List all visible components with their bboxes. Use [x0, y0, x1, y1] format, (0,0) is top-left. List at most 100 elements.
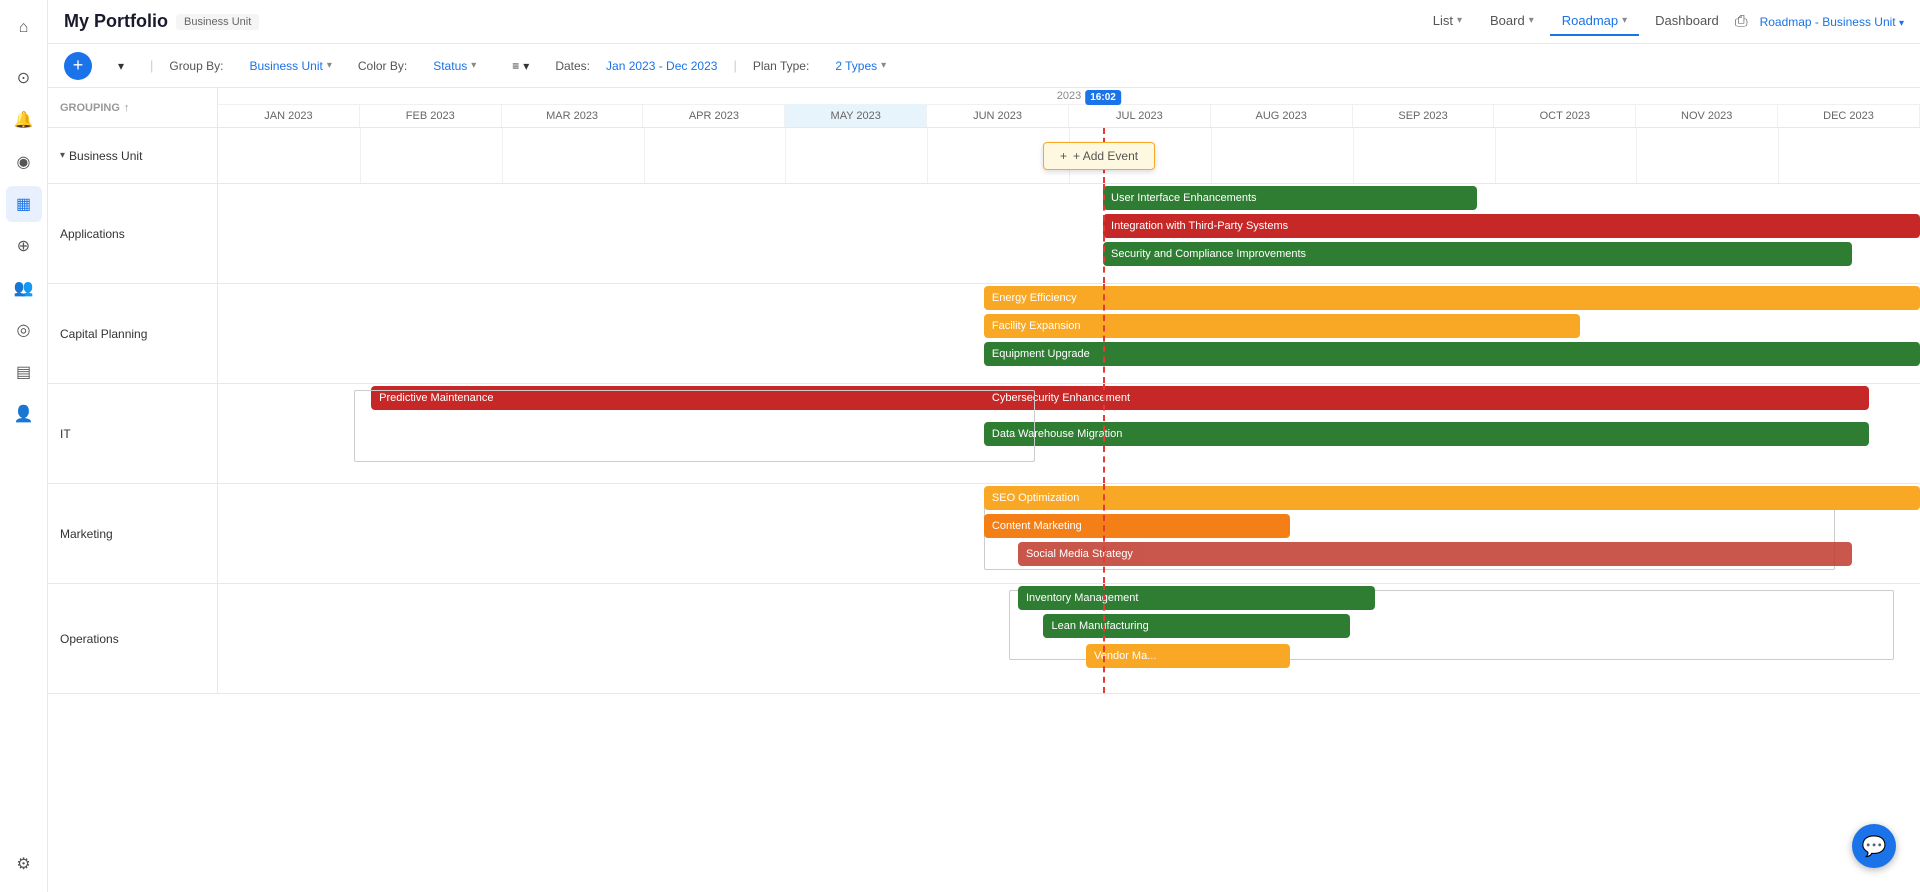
it-group-row: IT Predictive Maintenance Cybersecurity … — [48, 384, 1920, 484]
grid-line-may — [927, 128, 928, 183]
sidebar-target-icon[interactable]: ◎ — [6, 312, 42, 348]
grid-line-apr — [785, 128, 786, 183]
month-may: MAY 2023 — [785, 104, 927, 127]
today-line-ops — [1103, 584, 1105, 693]
gantt-chart: GROUPING ↑ 2023 JAN 2023 FEB 2023 MAR 20… — [48, 88, 1920, 892]
sidebar-globe-icon[interactable]: ⊕ — [6, 228, 42, 264]
sort-icon: ↑ — [124, 102, 130, 114]
nav-roadmap[interactable]: Roadmap ▾ — [1550, 7, 1639, 36]
color-by-arrow: ▾ — [471, 60, 476, 71]
bar-equipment[interactable]: Equipment Upgrade — [984, 342, 1920, 366]
today-line-app — [1103, 184, 1105, 283]
plan-type-dropdown[interactable]: 2 Types ▾ — [825, 54, 896, 78]
color-by-dropdown[interactable]: Status ▾ — [423, 54, 486, 78]
filter-button[interactable]: ≡ ▾ — [502, 54, 539, 78]
sidebar-notifications-icon[interactable]: 🔔 — [6, 102, 42, 138]
bar-integration[interactable]: Integration with Third-Party Systems — [1103, 214, 1920, 238]
month-dec: DEC 2023 — [1778, 104, 1920, 127]
toolbar: + ▾ | Group By: Business Unit ▾ Color By… — [48, 44, 1920, 88]
sidebar-settings-icon[interactable]: ⚙ — [6, 846, 42, 882]
marketing-group-row: Marketing SEO Optimization Content Marke… — [48, 484, 1920, 584]
bu-timeline: + + Add Event — [218, 128, 1920, 183]
nav-list[interactable]: List ▾ — [1421, 7, 1474, 36]
grid-line-jul — [1211, 128, 1212, 183]
color-by-label: Color By: — [358, 59, 407, 73]
month-jun: JUN 2023 — [927, 104, 1069, 127]
sidebar-team-icon[interactable]: 👥 — [6, 270, 42, 306]
bar-ui-enhancements[interactable]: User Interface Enhancements — [1103, 186, 1477, 210]
bar-cybersecurity[interactable]: Cybersecurity Enhancement — [984, 386, 1869, 410]
sidebar-search-icon[interactable]: ⊙ — [6, 60, 42, 96]
group-by-label: Group By: — [169, 59, 223, 73]
bar-inventory[interactable]: Inventory Management — [1018, 586, 1375, 610]
applications-group-row: Applications User Interface Enhancements… — [48, 184, 1920, 284]
bar-seo[interactable]: SEO Optimization — [984, 486, 1920, 510]
grouping-header: GROUPING ↑ — [48, 88, 218, 127]
it-timeline: Predictive Maintenance Cybersecurity Enh… — [218, 384, 1920, 483]
top-navigation: My Portfolio Business Unit List ▾ Board … — [48, 0, 1920, 44]
add-button[interactable]: + — [64, 52, 92, 80]
group-by-dropdown[interactable]: Business Unit ▾ — [239, 54, 341, 78]
applications-label: Applications — [48, 184, 218, 283]
sidebar-grid-icon[interactable]: ▤ — [6, 354, 42, 390]
operations-group-row: Operations Inventory Management Lean Man… — [48, 584, 1920, 694]
capital-label: Capital Planning — [48, 284, 218, 383]
bu-chevron[interactable]: ▾ — [60, 150, 65, 161]
roadmap-business-unit-label: Roadmap - Business Unit ▾ — [1760, 15, 1904, 29]
dates-value: Jan 2023 - Dec 2023 — [606, 59, 717, 73]
bar-lean[interactable]: Lean Manufacturing — [1043, 614, 1349, 638]
nav-board[interactable]: Board ▾ — [1478, 7, 1546, 36]
top-nav-right: List ▾ Board ▾ Roadmap ▾ Dashboard ⎙ Roa… — [1421, 7, 1904, 36]
bar-social[interactable]: Social Media Strategy — [1018, 542, 1852, 566]
bu-label: ▾ Business Unit — [48, 128, 218, 183]
group-by-arrow: ▾ — [327, 60, 332, 71]
today-line-it — [1103, 384, 1105, 483]
capital-group-row: Capital Planning Energy Efficiency Facil… — [48, 284, 1920, 384]
add-event-popup[interactable]: + + Add Event — [1043, 142, 1155, 170]
month-apr: APR 2023 — [643, 104, 785, 127]
chat-button[interactable]: 💬 — [1852, 824, 1896, 868]
months-row: JAN 2023 FEB 2023 MAR 2023 APR 2023 MAY … — [218, 104, 1920, 127]
grid-line-mar — [644, 128, 645, 183]
portfolio-title: My Portfolio — [64, 11, 168, 32]
bar-datawarehouse[interactable]: Data Warehouse Migration — [984, 422, 1869, 446]
grid-line-aug — [1353, 128, 1354, 183]
month-jan: JAN 2023 — [218, 104, 360, 127]
top-nav-left: My Portfolio Business Unit — [64, 11, 259, 32]
capital-timeline: Energy Efficiency Facility Expansion Equ… — [218, 284, 1920, 383]
sidebar-location-icon[interactable]: ◉ — [6, 144, 42, 180]
grid-line-nov — [1778, 128, 1779, 183]
sidebar-person-icon[interactable]: 👤 — [6, 396, 42, 432]
grid-line-feb — [502, 128, 503, 183]
grid-line-oct — [1636, 128, 1637, 183]
operations-label: Operations — [48, 584, 218, 693]
sidebar-chart-icon[interactable]: ▦ — [6, 186, 42, 222]
plan-type-label: Plan Type: — [753, 59, 809, 73]
chat-icon: 💬 — [1862, 834, 1887, 859]
month-mar: MAR 2023 — [502, 104, 644, 127]
nav-dashboard[interactable]: Dashboard — [1643, 7, 1731, 36]
list-dropdown-arrow: ▾ — [1457, 15, 1462, 26]
main-content: My Portfolio Business Unit List ▾ Board … — [48, 0, 1920, 892]
bar-content[interactable]: Content Marketing — [984, 514, 1290, 538]
bar-predictive[interactable]: Predictive Maintenance — [371, 386, 1018, 410]
bar-security[interactable]: Security and Compliance Improvements — [1103, 242, 1852, 266]
timeline-header: 2023 JAN 2023 FEB 2023 MAR 2023 APR 2023… — [218, 88, 1920, 127]
month-oct: OCT 2023 — [1494, 104, 1636, 127]
dates-label: Dates: — [555, 59, 590, 73]
bar-energy[interactable]: Energy Efficiency — [984, 286, 1920, 310]
board-dropdown-arrow: ▾ — [1529, 15, 1534, 26]
bar-vendor[interactable]: Vendor Ma... — [1086, 644, 1290, 668]
today-badge: 16:02 — [1085, 90, 1121, 105]
gantt-body: ▾ Business Unit + + Add Event — [48, 128, 1920, 892]
print-icon[interactable]: ⎙ — [1735, 13, 1748, 31]
bar-facility[interactable]: Facility Expansion — [984, 314, 1580, 338]
applications-timeline: User Interface Enhancements Integration … — [218, 184, 1920, 283]
month-nov: NOV 2023 — [1636, 104, 1778, 127]
sidebar: ⌂ ⊙ 🔔 ◉ ▦ ⊕ 👥 ◎ ▤ 👤 ⚙ — [0, 0, 48, 892]
operations-timeline: Inventory Management Lean Manufacturing … — [218, 584, 1920, 693]
sidebar-home-icon[interactable]: ⌂ — [6, 10, 42, 46]
grid-line-jan — [360, 128, 361, 183]
add-dropdown[interactable]: ▾ — [108, 54, 134, 78]
month-jul: JUL 2023 — [1069, 104, 1211, 127]
